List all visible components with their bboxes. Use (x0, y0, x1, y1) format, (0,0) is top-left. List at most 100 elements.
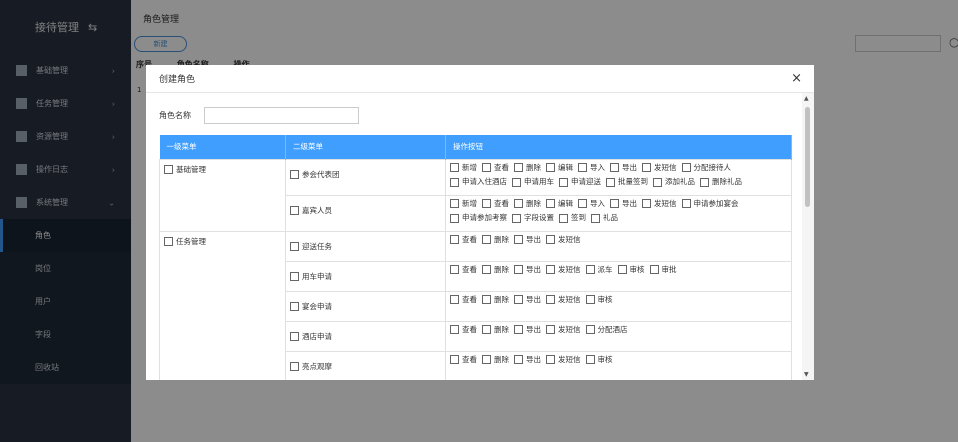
op-checkbox[interactable]: 导出 (514, 294, 541, 306)
op-checkbox[interactable]: 查看 (482, 162, 509, 174)
op-checkbox[interactable]: 分配接待人 (681, 162, 731, 174)
op-checkbox[interactable]: 删除 (482, 354, 509, 366)
op-checkbox[interactable]: 礼品 (591, 212, 618, 224)
checkbox[interactable] (290, 205, 299, 215)
op-checkbox[interactable]: 添加礼品 (653, 176, 695, 188)
level2-checkbox-row[interactable]: 参会代表团 (290, 162, 441, 187)
checkbox[interactable] (482, 355, 491, 364)
checkbox[interactable] (617, 265, 627, 274)
checkbox[interactable] (290, 331, 299, 341)
checkbox[interactable] (514, 355, 523, 364)
op-checkbox[interactable]: 删除 (482, 264, 509, 276)
scroll-down-icon[interactable]: ▼ (804, 371, 809, 378)
op-checkbox[interactable]: 发短信 (642, 162, 677, 174)
op-checkbox[interactable]: 批量签到 (606, 176, 648, 188)
checkbox[interactable] (585, 355, 595, 364)
op-checkbox[interactable]: 申请迎送 (559, 176, 601, 188)
checkbox[interactable] (591, 213, 600, 223)
op-checkbox[interactable]: 删除 (482, 324, 509, 336)
checkbox[interactable] (546, 163, 555, 172)
checkbox[interactable] (482, 295, 491, 304)
checkbox[interactable] (512, 177, 521, 187)
checkbox[interactable] (482, 235, 491, 244)
op-checkbox[interactable]: 派车 (585, 264, 613, 276)
op-checkbox[interactable]: 字段设置 (512, 212, 554, 224)
op-checkbox[interactable]: 申请参加考察 (450, 212, 507, 224)
op-checkbox[interactable]: 查看 (450, 264, 477, 276)
op-checkbox[interactable]: 申请入住酒店 (450, 176, 507, 188)
op-checkbox[interactable]: 查看 (482, 198, 509, 210)
checkbox[interactable] (610, 163, 619, 172)
op-checkbox[interactable]: 查看 (450, 324, 477, 336)
checkbox[interactable] (546, 355, 555, 364)
checkbox[interactable] (450, 213, 459, 223)
level1-checkbox-row[interactable]: 任务管理 (164, 236, 281, 247)
checkbox[interactable] (585, 265, 595, 274)
scrollbar-thumb[interactable] (805, 107, 810, 207)
op-checkbox[interactable]: 发短信 (642, 198, 677, 210)
op-checkbox[interactable]: 申请参加宴会 (681, 198, 739, 210)
checkbox[interactable] (450, 199, 459, 208)
level2-checkbox-row[interactable]: 宴会申请 (290, 294, 441, 319)
op-checkbox[interactable]: 导出 (514, 354, 541, 366)
checkbox[interactable] (450, 355, 459, 364)
checkbox[interactable] (450, 163, 459, 172)
op-checkbox[interactable]: 签到 (559, 212, 586, 224)
op-checkbox[interactable]: 删除礼品 (700, 176, 742, 188)
op-checkbox[interactable]: 导入 (578, 198, 605, 210)
checkbox[interactable] (546, 295, 555, 304)
checkbox[interactable] (450, 265, 459, 274)
checkbox[interactable] (700, 177, 709, 187)
op-checkbox[interactable]: 查看 (450, 234, 477, 246)
op-checkbox[interactable]: 申请用车 (512, 176, 554, 188)
checkbox[interactable] (546, 199, 555, 208)
checkbox[interactable] (290, 169, 299, 179)
checkbox[interactable] (585, 295, 595, 304)
checkbox[interactable] (290, 301, 299, 311)
op-checkbox[interactable]: 新增 (450, 198, 477, 210)
op-checkbox[interactable]: 删除 (482, 234, 509, 246)
op-checkbox[interactable]: 导出 (514, 324, 541, 336)
scroll-up-icon[interactable]: ▲ (804, 95, 809, 102)
checkbox[interactable] (578, 163, 587, 172)
checkbox[interactable] (290, 241, 299, 251)
checkbox[interactable] (450, 325, 459, 334)
checkbox[interactable] (559, 177, 568, 187)
checkbox[interactable] (514, 199, 523, 208)
op-checkbox[interactable]: 导出 (514, 264, 541, 276)
checkbox[interactable] (514, 235, 523, 244)
op-checkbox[interactable]: 导出 (610, 162, 637, 174)
checkbox[interactable] (290, 361, 299, 371)
checkbox[interactable] (482, 265, 491, 274)
checkbox[interactable] (546, 325, 555, 334)
checkbox[interactable] (649, 265, 659, 274)
checkbox[interactable] (450, 177, 459, 187)
checkbox[interactable] (585, 325, 595, 334)
checkbox[interactable] (681, 199, 691, 208)
op-checkbox[interactable]: 审核 (585, 294, 613, 306)
checkbox[interactable] (514, 295, 523, 304)
op-checkbox[interactable]: 发短信 (546, 264, 581, 276)
op-checkbox[interactable]: 发短信 (546, 294, 581, 306)
op-checkbox[interactable]: 审批 (649, 264, 677, 276)
op-checkbox[interactable]: 删除 (514, 198, 541, 210)
checkbox[interactable] (482, 325, 491, 334)
level2-checkbox-row[interactable]: 酒店申请 (290, 324, 441, 349)
level1-checkbox-row[interactable]: 基础管理 (164, 164, 281, 175)
checkbox[interactable] (653, 177, 662, 187)
level2-checkbox-row[interactable]: 亮点观摩 (290, 354, 441, 379)
op-checkbox[interactable]: 审核 (617, 264, 645, 276)
op-checkbox[interactable]: 分配酒店 (585, 324, 628, 336)
checkbox[interactable] (514, 163, 523, 172)
checkbox[interactable] (578, 199, 587, 208)
checkbox[interactable] (514, 325, 523, 334)
op-checkbox[interactable]: 编辑 (546, 198, 573, 210)
role-name-input[interactable] (204, 107, 359, 124)
op-checkbox[interactable]: 导出 (610, 198, 637, 210)
level2-checkbox-row[interactable]: 用车申请 (290, 264, 441, 289)
op-checkbox[interactable]: 删除 (482, 294, 509, 306)
checkbox[interactable] (512, 213, 521, 223)
op-checkbox[interactable]: 新增 (450, 162, 477, 174)
op-checkbox[interactable]: 编辑 (546, 162, 573, 174)
checkbox[interactable] (482, 163, 491, 172)
